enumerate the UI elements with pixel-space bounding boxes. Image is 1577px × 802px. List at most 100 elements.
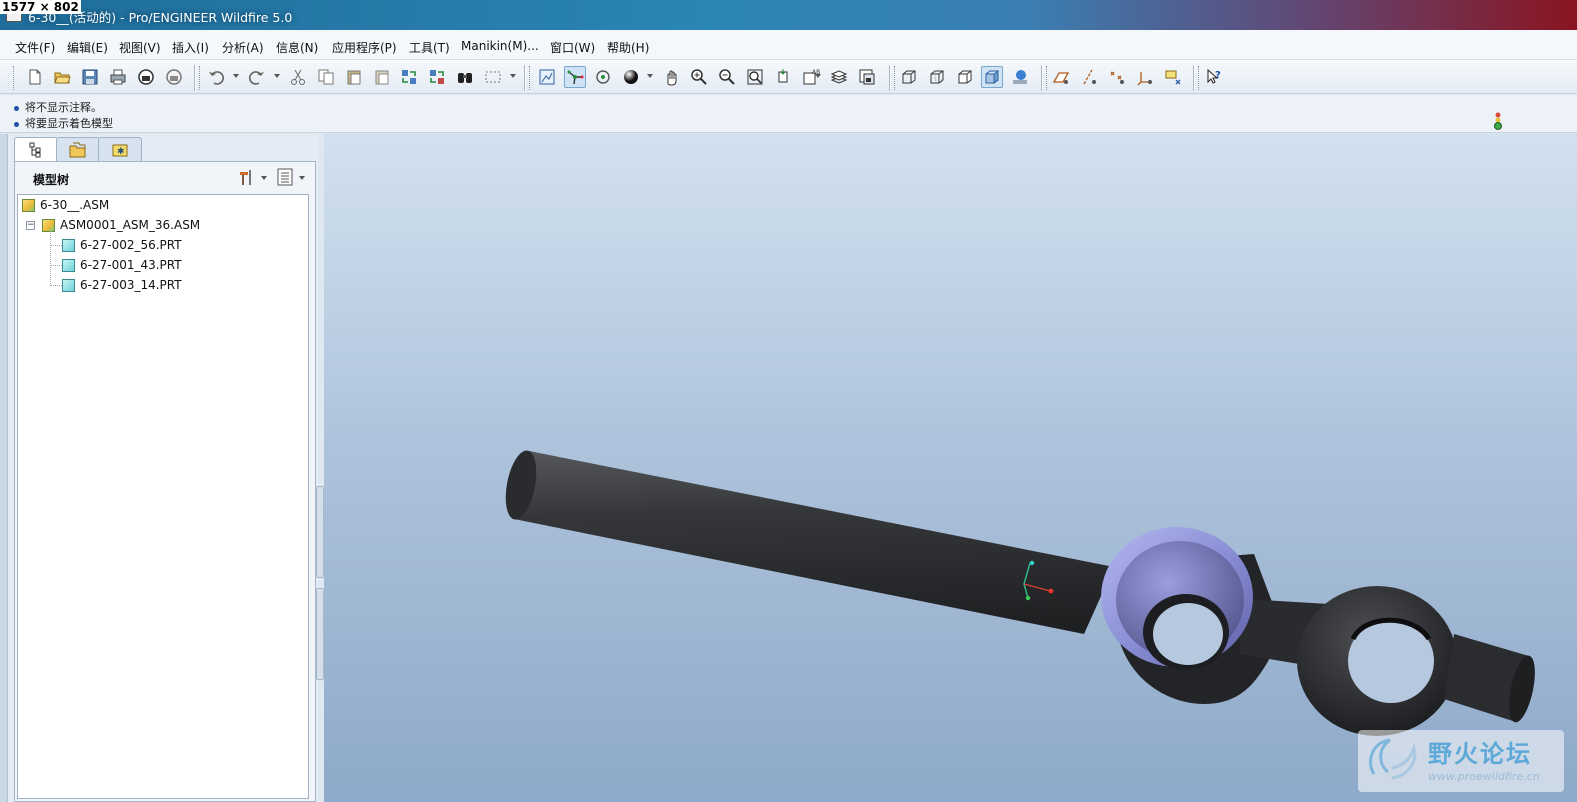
paste-icon[interactable] [343,66,365,88]
status-light-icon[interactable] [1493,111,1503,131]
menu-bar: 文件(F) 编辑(E) 视图(V) 插入(I) 分析(A) 信息(N) 应用程序… [0,30,1577,60]
select-box-icon[interactable] [482,66,504,88]
model-tree-title: 模型树 [33,173,70,187]
menu-applications[interactable]: 应用程序(P) [332,39,397,56]
settings-tools-icon[interactable] [237,168,255,186]
menu-file[interactable]: 文件(F) [15,39,55,56]
tab-favorites[interactable]: ✱ [98,137,142,161]
orient-mode-icon[interactable] [592,66,614,88]
appearance-dropdown[interactable] [647,74,653,78]
toolbar-grip[interactable] [1046,66,1049,90]
toolbar-separator [1193,65,1194,91]
show-dropdown[interactable] [299,176,305,180]
menu-insert[interactable]: 插入(I) [172,39,209,56]
shading-icon[interactable] [981,66,1003,88]
regenerate-icon[interactable] [398,66,420,88]
svg-text:✱: ✱ [117,147,125,157]
datum-axes-icon[interactable] [1078,66,1100,88]
undo-dropdown[interactable] [233,74,239,78]
copy-icon[interactable] [315,66,337,88]
annotations-icon[interactable] [1162,66,1184,88]
message-line: 将不显示注释。 [14,99,102,115]
show-list-icon[interactable] [277,168,293,186]
tree-item-label: 6-30__.ASM [40,198,110,212]
appearance-icon[interactable] [620,66,642,88]
hidden-line-icon[interactable] [926,66,948,88]
toolbar-grip[interactable] [1198,66,1201,90]
print-icon[interactable] [107,66,129,88]
tab-model-tree[interactable] [14,137,58,161]
toolbar-grip[interactable] [894,66,897,90]
assembly-model[interactable] [324,134,1577,802]
model-tree-header: 模型树 [15,162,315,192]
menu-manikin[interactable]: Manikin(M)... [461,39,539,53]
redo-icon[interactable] [246,66,268,88]
favorites-icon: ✱ [112,144,128,157]
zoom-in-icon[interactable] [688,66,710,88]
wireframe-icon[interactable] [898,66,920,88]
tree-connector [50,231,51,286]
size-badge: 1577 × 802 [0,0,81,14]
regen-manager-icon[interactable] [426,66,448,88]
spin-center-icon[interactable] [564,66,586,88]
csys-icon[interactable] [1134,66,1156,88]
menu-info[interactable]: 信息(N) [276,39,318,56]
tree-item-part[interactable]: 6-27-001_43.PRT [62,256,182,274]
tree-item-part[interactable]: 6-27-003_14.PRT [62,276,182,294]
enhanced-realism-icon[interactable] [1009,66,1031,88]
redo-dropdown[interactable] [274,74,280,78]
layers-icon[interactable] [828,66,850,88]
send-mail-icon[interactable] [135,66,157,88]
folder-icon [69,142,86,157]
no-hidden-icon[interactable] [954,66,976,88]
menu-tools[interactable]: 工具(T) [409,39,450,56]
menu-analysis[interactable]: 分析(A) [222,39,264,56]
panel-splitter-handle[interactable] [316,486,324,578]
shaft-body [514,451,1114,634]
refit-icon[interactable] [744,66,766,88]
datum-points-icon[interactable] [1106,66,1128,88]
menu-window[interactable]: 窗口(W) [550,39,595,56]
save-icon[interactable] [79,66,101,88]
reorient-icon[interactable] [772,66,794,88]
settings-dropdown[interactable] [261,176,267,180]
datum-planes-icon[interactable] [1050,66,1072,88]
svg-text:?: ? [1215,70,1221,81]
watermark-url: www.proewildfire.cn [1428,770,1540,783]
select-dropdown[interactable] [510,74,516,78]
part-icon [62,238,75,252]
toolbar-separator [524,65,525,91]
zoom-out-icon[interactable] [716,66,738,88]
open-icon[interactable] [51,66,73,88]
menu-view[interactable]: 视图(V) [119,39,161,56]
pan-icon[interactable] [660,66,682,88]
context-help-icon[interactable]: ? [1203,66,1225,88]
tree-item-root[interactable]: 6-30__.ASM [22,196,109,214]
find-icon[interactable] [454,66,476,88]
repaint-icon[interactable] [536,66,558,88]
collapse-toggle[interactable]: − [26,221,35,230]
menu-edit[interactable]: 编辑(E) [67,39,108,56]
toolbar-grip[interactable] [199,66,202,90]
graphics-window[interactable] [324,134,1577,802]
window-left-edge [0,134,8,802]
panel-splitter-handle[interactable] [316,588,324,680]
saved-views-dropdown[interactable] [815,74,821,78]
tree-item-subassembly[interactable]: ASM0001_ASM_36.ASM [42,216,200,234]
undo-icon[interactable] [205,66,227,88]
tree-item-part[interactable]: 6-27-002_56.PRT [62,236,182,254]
new-icon[interactable] [24,66,46,88]
menu-help[interactable]: 帮助(H) [607,39,649,56]
tree-connector [50,285,62,286]
toolbar-grip[interactable] [529,66,532,90]
view-manager-icon[interactable] [856,66,878,88]
paste-special-icon[interactable] [371,66,393,88]
toolbar-grip[interactable] [13,66,16,90]
forum-watermark: 野火论坛 www.proewildfire.cn [1358,730,1564,792]
bullet-icon [14,105,19,111]
tab-folder-browser[interactable] [56,137,100,161]
send-link-icon[interactable] [163,66,185,88]
cut-icon[interactable] [287,66,309,88]
part-icon [62,258,75,272]
model-tree-panel: 模型树 6-30__.ASM − ASM0001_ASM_36.ASM 6-27… [14,161,316,802]
